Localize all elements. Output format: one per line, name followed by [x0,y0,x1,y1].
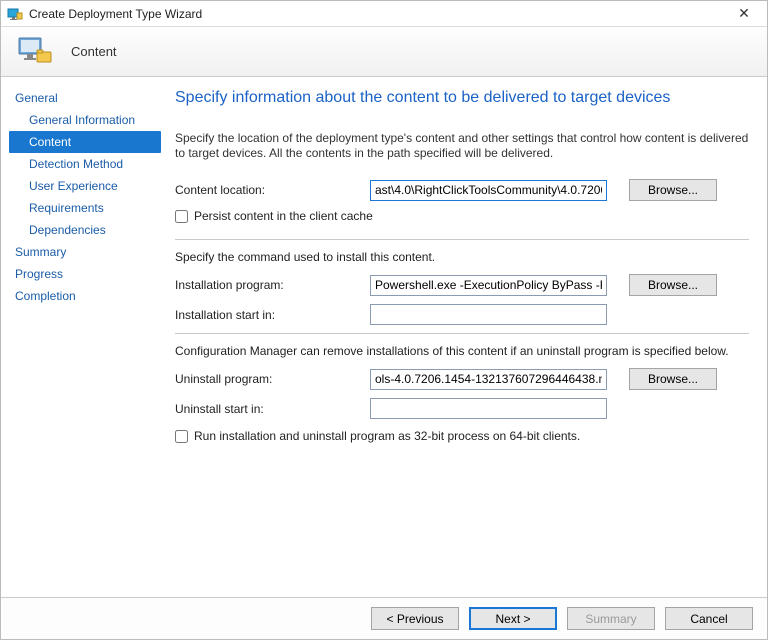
install-startin-input[interactable] [370,304,607,325]
persist-label: Persist content in the client cache [194,209,373,223]
sidebar-item-content[interactable]: Content [9,131,161,153]
row-content-location: Content location: Browse... [175,179,749,201]
content-location-input[interactable] [370,180,607,201]
page-heading: Specify information about the content to… [175,89,749,107]
browse-content-location-button[interactable]: Browse... [629,179,717,201]
window-title: Create Deployment Type Wizard [29,7,727,21]
install-section-text: Specify the command used to install this… [175,250,749,264]
previous-button[interactable]: < Previous [371,607,459,630]
uninstall-section-text: Configuration Manager can remove install… [175,344,749,358]
intro-text: Specify the location of the deployment t… [175,131,749,161]
sidebar-list: General General Information Content Dete… [9,87,161,307]
install-startin-label: Installation start in: [175,308,370,322]
row-uninstall-program: Uninstall program: Browse... [175,368,749,390]
run32-label: Run installation and uninstall program a… [194,429,580,443]
browse-uninstall-program-button[interactable]: Browse... [629,368,717,390]
titlebar: Create Deployment Type Wizard ✕ [1,1,767,27]
sidebar-item-general-information[interactable]: General Information [9,109,161,131]
sidebar-item-requirements[interactable]: Requirements [9,197,161,219]
close-icon[interactable]: ✕ [727,5,761,22]
next-button[interactable]: Next > [469,607,557,630]
run32-checkbox-row: Run installation and uninstall program a… [175,429,749,443]
cancel-button[interactable]: Cancel [665,607,753,630]
persist-checkbox[interactable] [175,210,188,223]
sidebar-item-dependencies[interactable]: Dependencies [9,219,161,241]
run32-checkbox[interactable] [175,430,188,443]
row-install-startin: Installation start in: [175,304,749,325]
sidebar-item-progress[interactable]: Progress [9,263,161,285]
sidebar: General General Information Content Dete… [1,77,161,597]
uninstall-startin-label: Uninstall start in: [175,402,370,416]
install-program-input[interactable] [370,275,607,296]
browse-install-program-button[interactable]: Browse... [629,274,717,296]
sidebar-item-user-experience[interactable]: User Experience [9,175,161,197]
app-icon [7,6,23,22]
uninstall-program-input[interactable] [370,369,607,390]
banner-title: Content [71,44,117,59]
footer: < Previous Next > Summary Cancel [1,597,767,639]
main-panel: Specify information about the content to… [161,77,767,597]
separator-2 [175,333,749,334]
sidebar-item-general[interactable]: General [9,87,161,109]
row-install-program: Installation program: Browse... [175,274,749,296]
separator-1 [175,239,749,240]
wizard-window: Create Deployment Type Wizard ✕ Content … [0,0,768,640]
banner: Content [1,27,767,77]
sidebar-item-summary[interactable]: Summary [9,241,161,263]
uninstall-startin-input[interactable] [370,398,607,419]
sidebar-item-completion[interactable]: Completion [9,285,161,307]
sidebar-item-detection-method[interactable]: Detection Method [9,153,161,175]
install-program-label: Installation program: [175,278,370,292]
banner-icon [15,32,55,72]
row-uninstall-startin: Uninstall start in: [175,398,749,419]
summary-button: Summary [567,607,655,630]
body: General General Information Content Dete… [1,77,767,597]
uninstall-program-label: Uninstall program: [175,372,370,386]
persist-checkbox-row: Persist content in the client cache [175,209,749,223]
content-location-label: Content location: [175,183,370,197]
